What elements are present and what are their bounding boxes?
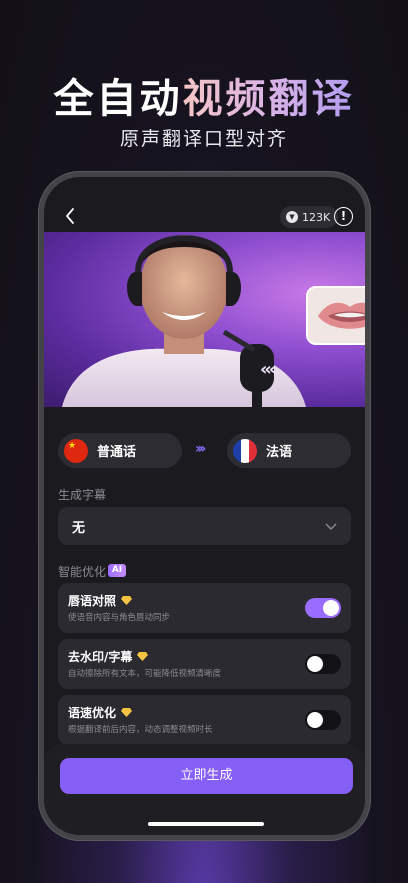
hero-subtitle: 原声翻译口型对齐 [119,128,288,150]
target-language-label: 法语 [266,445,293,460]
lips-image [308,288,365,343]
option-title: 去水印/字幕 [68,650,133,664]
toggle-knob [323,600,339,616]
option-title-row: 唇语对照 [68,592,133,609]
subtitle-select[interactable]: 无 [58,507,351,545]
toggle-knob [307,712,323,728]
option-description: 根据翻译前后内容，动态调整视频时长 [68,725,213,735]
option-description: 自动擦除所有文本，可能降低视频清晰度 [68,669,222,679]
france-flag-icon [233,438,257,463]
credits-badge[interactable]: ▼ 123K [280,206,339,228]
speed-optimize-toggle[interactable] [305,710,341,730]
target-language-button[interactable]: 法语 [227,433,351,468]
option-title: 唇语对照 [68,594,117,608]
phone-frame: ▼ 123K ! ‹‹‹ ★ 普通话 ››› 法语 生成字幕 无 智能优化 AI… [38,171,371,841]
top-bar: ▼ 123K ! [44,205,365,229]
remove-watermark-toggle[interactable] [305,654,341,674]
coin-icon: ▼ [286,211,298,223]
lip-sync-preview [306,286,365,345]
info-button[interactable]: ! [334,207,353,226]
ai-badge: AI [108,564,126,577]
option-card-remove-watermark: 去水印/字幕 自动擦除所有文本，可能降低视频清晰度 [58,639,351,689]
info-icon: ! [340,209,347,223]
chevron-left-icon [66,208,74,224]
hero-title-accent: 视频翻译 [182,76,355,122]
diamond-icon [137,652,149,661]
option-title: 语速优化 [68,706,117,720]
source-language-button[interactable]: ★ 普通话 [58,433,182,468]
toggle-knob [307,656,323,672]
hero-title-plain: 全自动 [53,76,183,122]
generate-button[interactable]: 立即生成 [60,758,353,794]
back-button[interactable] [64,207,82,227]
option-title-row: 去水印/字幕 [68,648,149,665]
hero-title: 全自动视频翻译 [0,66,408,124]
credits-value: 123K [302,210,331,224]
option-title-row: 语速优化 [68,704,133,721]
subtitle-select-value: 无 [72,520,86,536]
language-selector: ★ 普通话 ››› 法语 [58,433,351,468]
smart-section-label: 智能优化 [58,565,107,579]
chevron-down-icon [325,523,337,530]
china-flag-icon: ★ [64,438,88,463]
app-screen: ▼ 123K ! ‹‹‹ ★ 普通话 ››› 法语 生成字幕 无 智能优化 AI… [44,177,365,835]
source-language-label: 普通话 [97,445,137,460]
option-card-speed-optimize: 语速优化 根据翻译前后内容，动态调整视频时长 [58,695,351,745]
option-description: 使语音内容与角色唇动同步 [68,613,171,623]
option-card-lip-sync: 唇语对照 使语音内容与角色唇动同步 [58,583,351,633]
diamond-icon [121,708,133,717]
home-indicator[interactable] [148,822,264,826]
subtitle-section-label: 生成字幕 [58,488,107,502]
translate-arrows-icon: ‹‹‹ [260,359,276,380]
diamond-icon [121,596,133,605]
lip-sync-toggle[interactable] [305,598,341,618]
bottom-action-panel: 立即生成 [44,744,365,835]
arrow-right-icon: ››› [195,441,206,457]
